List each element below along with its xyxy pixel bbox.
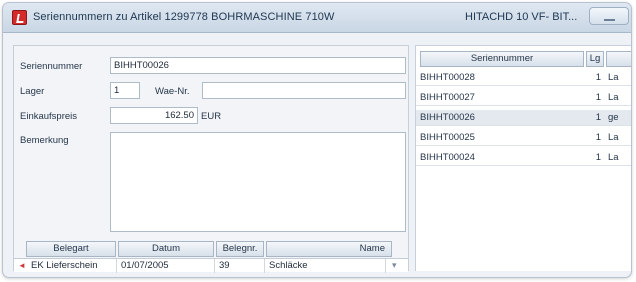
- status-cell: La: [608, 92, 619, 103]
- serial-cell: BIHHT00027: [420, 92, 475, 103]
- serial-cell: BIHHT00026: [420, 112, 475, 123]
- column-header-name[interactable]: Name: [266, 241, 392, 257]
- cell-datum: 01/07/2005: [118, 259, 215, 273]
- column-header-serial[interactable]: Seriennummer: [420, 51, 584, 67]
- wareneingang-field[interactable]: [202, 82, 406, 99]
- serial-label: Seriennummer: [20, 61, 83, 72]
- serial-list-panel: Seriennummer Lg BIHHT00028 1 La BIHHT000…: [415, 45, 631, 271]
- purchase-price-label: Einkaufspreis: [20, 111, 78, 122]
- serial-cell: BIHHT00024: [420, 152, 475, 163]
- list-item-selected[interactable]: BIHHT00026 1 ge: [416, 110, 631, 126]
- window-title: Seriennummern zu Artikel 1299778 BOHRMAS…: [33, 11, 335, 23]
- window-title-right: HITACHD 10 VF- BIT...: [465, 11, 578, 23]
- table-row[interactable]: ◄ EK Lieferschein 01/07/2005 39 Schläcke…: [14, 258, 408, 273]
- column-header-datum[interactable]: Datum: [118, 241, 214, 257]
- cell-name: Schläcke: [266, 259, 386, 273]
- title-bar[interactable]: Seriennummern zu Artikel 1299778 BOHRMAS…: [3, 3, 631, 33]
- lager-label: Lager: [20, 86, 45, 97]
- cell-belegart: EK Lieferschein: [28, 259, 117, 273]
- status-cell: La: [608, 132, 619, 143]
- row-pointer-icon: ◄: [18, 261, 26, 270]
- currency-label: EUR: [201, 111, 222, 122]
- dialog-window: Seriennummern zu Artikel 1299778 BOHRMAS…: [2, 2, 632, 278]
- lg-cell: 1: [595, 132, 601, 143]
- cell-belegnr: 39: [216, 259, 265, 273]
- serial-field[interactable]: BIHHT00026: [110, 57, 406, 74]
- lager-field[interactable]: 1: [110, 82, 140, 99]
- app-icon: [12, 10, 27, 25]
- list-item[interactable]: BIHHT00024 1 La: [416, 150, 631, 166]
- minimize-button[interactable]: [589, 7, 629, 25]
- remark-field[interactable]: [110, 132, 406, 232]
- dropdown-arrow-icon[interactable]: ▾: [392, 260, 397, 271]
- list-item[interactable]: BIHHT00027 1 La: [416, 90, 631, 106]
- column-header-belegart[interactable]: Belegart: [26, 241, 116, 257]
- column-header-lg[interactable]: Lg: [586, 51, 604, 67]
- detail-panel: Seriennummer BIHHT00026 Lager 1 Wae-Nr. …: [13, 45, 409, 273]
- status-cell: ge: [608, 112, 619, 123]
- lg-cell: 1: [595, 72, 601, 83]
- list-item[interactable]: BIHHT00028 1 La: [416, 70, 631, 86]
- lg-cell: 1: [595, 152, 601, 163]
- column-header-belegnr[interactable]: Belegnr.: [216, 241, 264, 257]
- wareneingang-label: Wae-Nr.: [155, 86, 190, 97]
- remark-label: Bemerkung: [20, 135, 69, 146]
- status-cell: La: [608, 72, 619, 83]
- column-header-status[interactable]: [606, 51, 631, 67]
- list-item[interactable]: BIHHT00025 1 La: [416, 130, 631, 146]
- serial-cell: BIHHT00028: [420, 72, 475, 83]
- serial-cell: BIHHT00025: [420, 132, 475, 143]
- lg-cell: 1: [595, 112, 601, 123]
- purchase-price-field[interactable]: 162.50: [110, 107, 198, 124]
- status-cell: La: [608, 152, 619, 163]
- lg-cell: 1: [595, 92, 601, 103]
